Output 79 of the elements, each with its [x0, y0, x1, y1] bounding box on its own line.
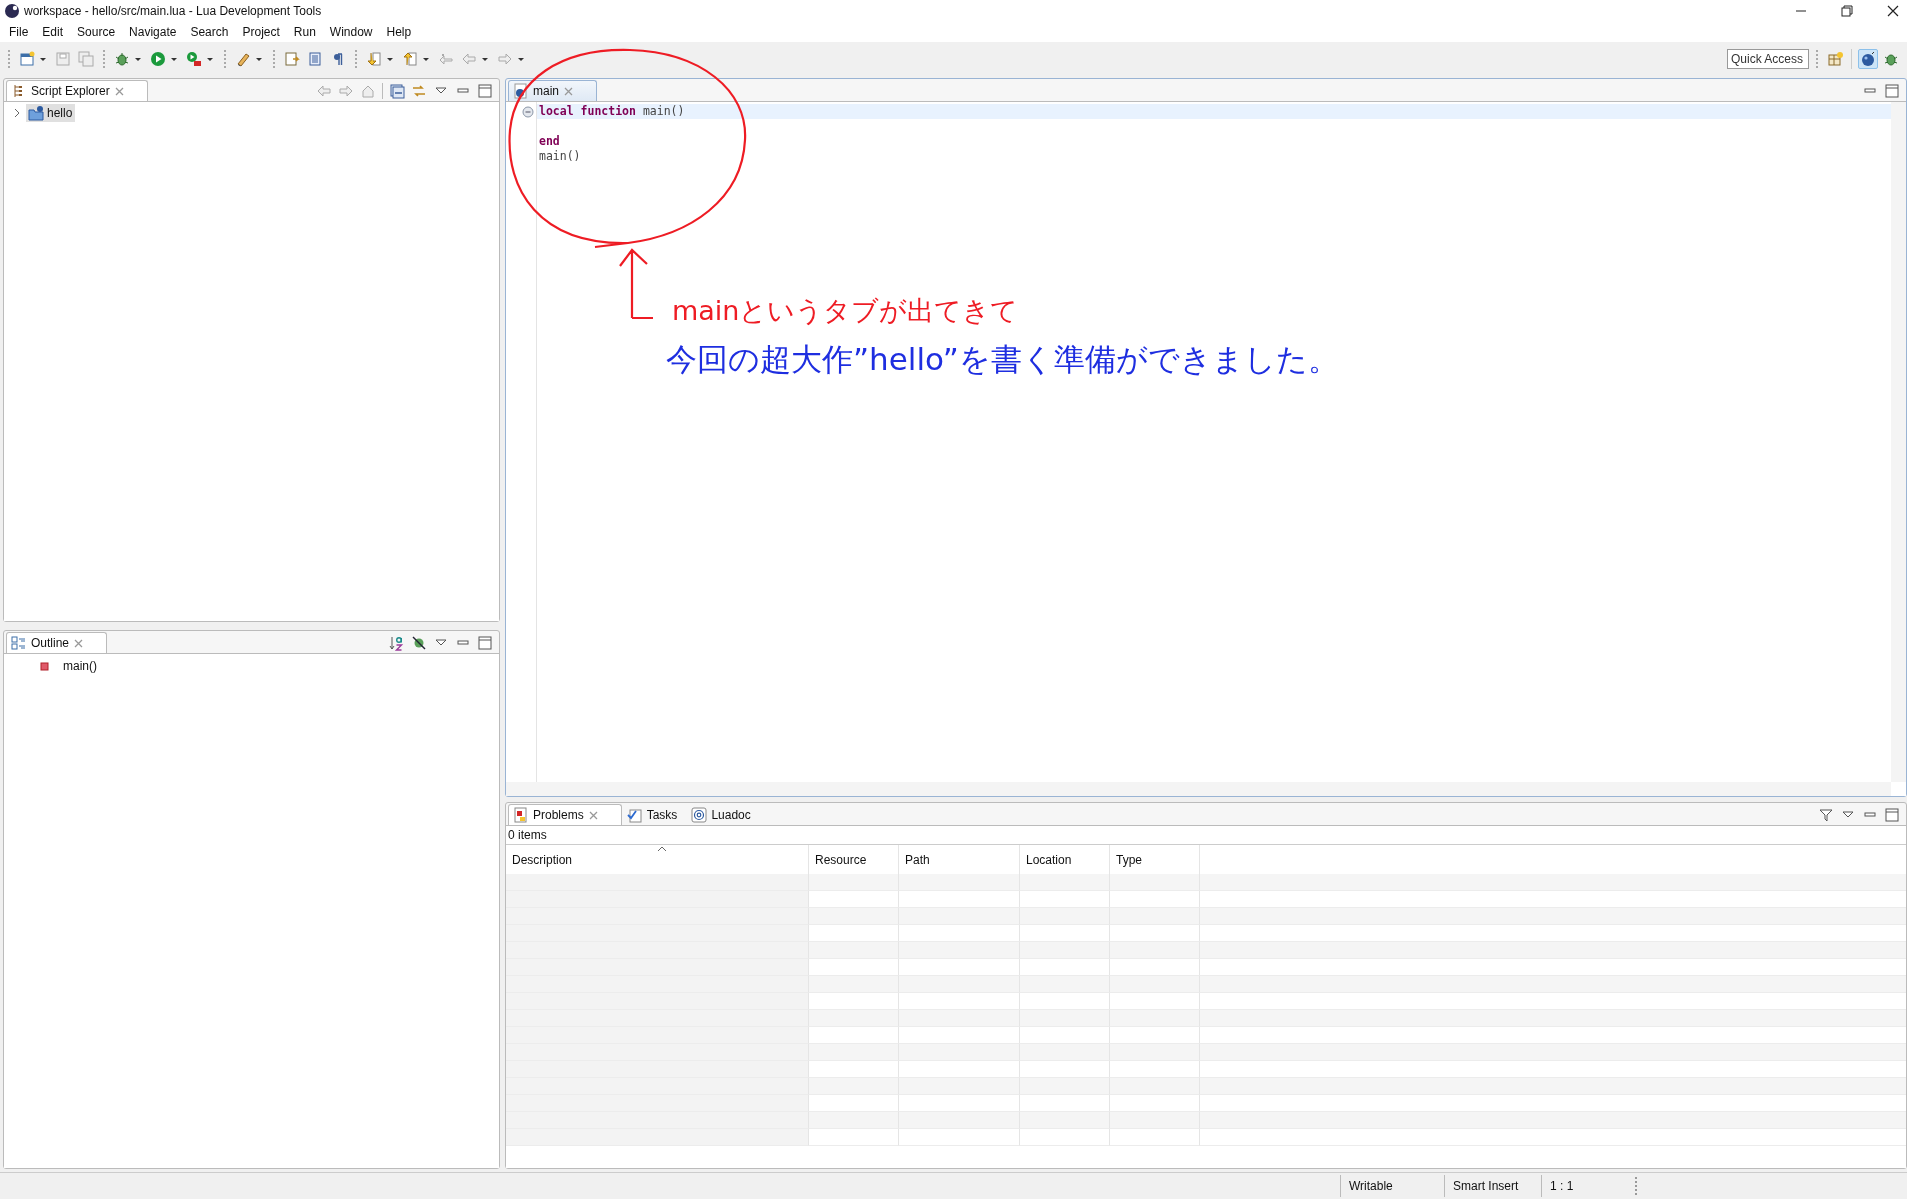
tab-label: Luadoc	[711, 808, 751, 822]
quick-access-field[interactable]: Quick Access	[1727, 49, 1809, 69]
status-field: 1 : 1	[1541, 1175, 1635, 1197]
collapse-all-icon[interactable]	[389, 83, 405, 99]
link-editor-icon[interactable]	[411, 83, 427, 99]
run-external-icon[interactable]	[184, 49, 204, 69]
tab-close-icon[interactable]	[587, 809, 599, 821]
tab-close-icon[interactable]	[113, 85, 125, 97]
caret-icon[interactable]	[422, 55, 430, 63]
problems-icon	[513, 807, 529, 823]
menu-item[interactable]: File	[2, 25, 36, 39]
menu-item[interactable]: Project	[235, 25, 287, 39]
run-icon[interactable]	[148, 49, 168, 69]
status-field: Writable	[1340, 1175, 1444, 1197]
tab-label: Outline	[31, 636, 70, 650]
panel-maximize-icon[interactable]	[477, 83, 493, 99]
tree-item[interactable]: hello	[26, 104, 76, 122]
caret-icon[interactable]	[134, 55, 142, 63]
function-icon	[40, 661, 49, 671]
tab-label: main	[533, 84, 559, 98]
horizontal-scrollbar[interactable]	[506, 782, 1891, 796]
view-tab[interactable]: Tasks	[621, 804, 687, 825]
close-icon[interactable]	[1885, 3, 1901, 19]
view-tab[interactable]: Problems	[508, 804, 622, 825]
code-line: local function main()	[539, 104, 685, 119]
code-line: end	[539, 134, 560, 149]
lua-perspective-icon[interactable]	[1858, 49, 1878, 69]
caret-icon[interactable]	[170, 55, 178, 63]
panel-maximize-icon[interactable]	[1884, 807, 1900, 823]
filter-icon[interactable]	[1818, 807, 1834, 823]
tasks-icon	[626, 807, 643, 823]
tab-label: Problems	[533, 808, 584, 822]
panel-maximize-icon[interactable]	[1884, 83, 1900, 99]
app-logo-icon	[4, 3, 20, 19]
view-tab[interactable]: main	[508, 80, 597, 101]
tab-label: Script Explorer	[31, 84, 110, 98]
menu-item[interactable]: Window	[322, 25, 380, 39]
view-tab[interactable]: Script Explorer	[6, 80, 148, 101]
panel-maximize-icon[interactable]	[477, 635, 493, 651]
handwritten-note: mainというタブが出てきて	[672, 296, 1019, 326]
home-icon[interactable]	[360, 83, 376, 99]
tab-label: Tasks	[646, 808, 678, 822]
fold-icon[interactable]	[522, 105, 534, 118]
open-perspective-icon[interactable]	[1825, 49, 1845, 69]
code-line: main()	[539, 149, 581, 164]
caret-icon[interactable]	[481, 55, 489, 63]
tab-close-icon[interactable]	[563, 85, 574, 97]
tab-close-icon[interactable]	[73, 637, 85, 649]
forward-icon[interactable]	[338, 83, 354, 99]
menu-item[interactable]: Navigate	[122, 25, 184, 39]
luadoc-icon	[691, 807, 708, 823]
view-tab[interactable]: Luadoc	[686, 804, 760, 825]
restore-icon[interactable]	[1839, 3, 1855, 19]
outline-icon	[11, 635, 27, 651]
menu-item[interactable]: Help	[379, 25, 419, 39]
annotation-arrow	[618, 248, 655, 320]
caret-icon[interactable]	[39, 55, 47, 63]
sort-az-icon[interactable]	[389, 635, 405, 651]
tree-chevron-icon[interactable]	[12, 107, 22, 119]
new-file-icon[interactable]	[17, 49, 37, 69]
status-field: Smart Insert	[1444, 1175, 1541, 1197]
lua-file-icon	[513, 83, 529, 99]
view-tab[interactable]: Outline	[6, 632, 108, 653]
caret-icon[interactable]	[206, 55, 214, 63]
menu-item[interactable]: Edit	[35, 25, 71, 39]
back-icon[interactable]	[316, 83, 332, 99]
folder-project-icon	[28, 105, 44, 121]
menu-item[interactable]: Run	[286, 25, 323, 39]
outline-item[interactable]: main()	[63, 659, 97, 673]
menu-item[interactable]: Search	[183, 25, 236, 39]
vertical-scrollbar[interactable]	[1891, 102, 1906, 782]
open-type-icon[interactable]	[282, 49, 302, 69]
caret-icon[interactable]	[386, 55, 394, 63]
menu-item[interactable]: Source	[70, 25, 123, 39]
hide-fields-icon[interactable]	[411, 635, 427, 651]
window-title: workspace - hello/src/main.lua - Lua Development Tools	[24, 4, 322, 18]
caret-icon[interactable]	[255, 55, 263, 63]
handwritten-note: 今回の超大作”hello”を書く準備ができました。	[666, 342, 1339, 377]
caret-icon[interactable]	[517, 55, 525, 63]
